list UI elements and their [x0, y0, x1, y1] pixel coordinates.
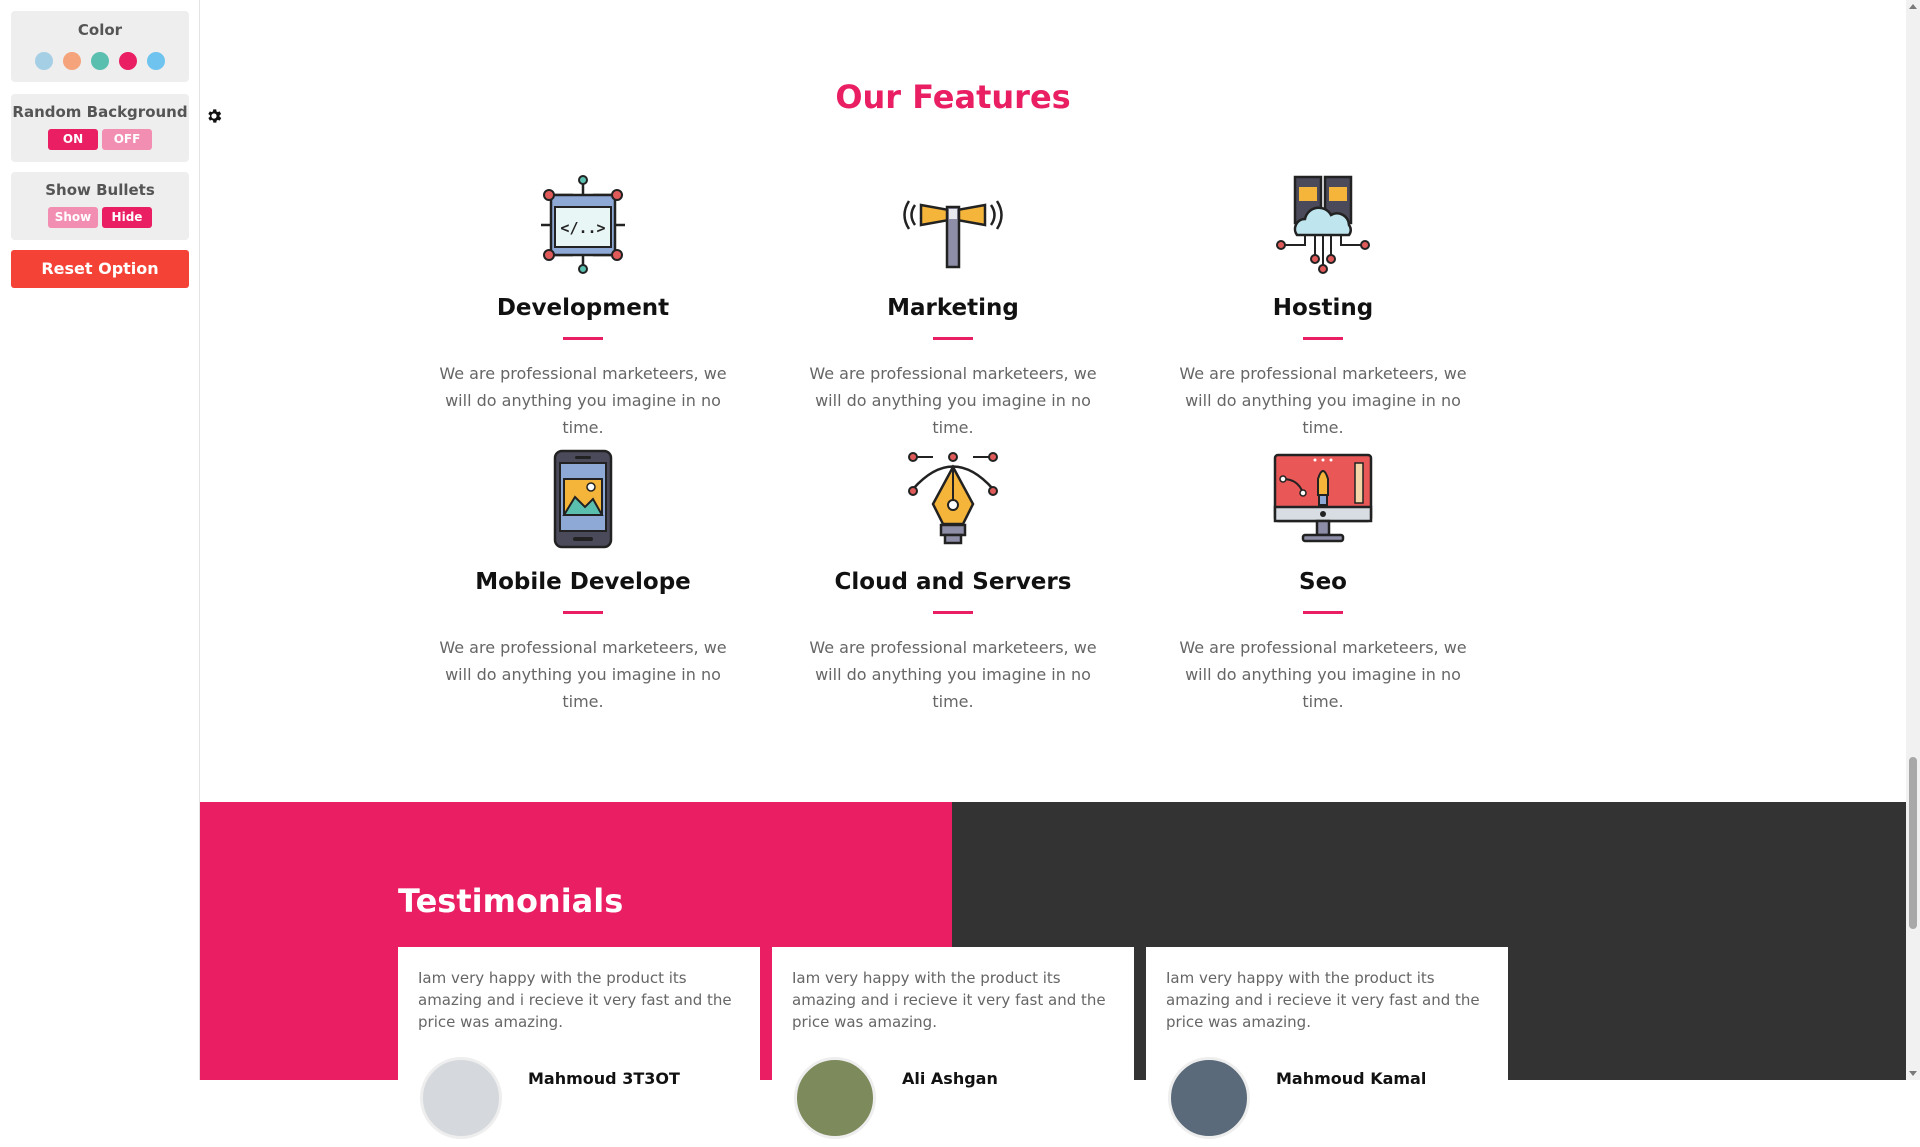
settings-panel: Color Random Background ON OFF Show Bull… — [0, 0, 200, 1080]
testimonial-text: Iam very happy with the product its amaz… — [792, 969, 1106, 1031]
page-scrollbar[interactable] — [1906, 0, 1920, 1080]
feature-title: Hosting — [1272, 295, 1374, 321]
feature-description: We are professional marketeers, we will … — [439, 364, 727, 437]
feature-description: We are professional marketeers, we will … — [439, 638, 727, 711]
pen-tool-icon — [908, 452, 998, 545]
feature-description: We are professional marketeers, we will … — [809, 638, 1097, 711]
reset-option-button[interactable]: Reset Option — [11, 250, 189, 288]
testimonial-card: Iam very happy with the product its amaz… — [398, 947, 760, 1147]
show-bullets-button[interactable]: Show — [48, 207, 98, 228]
color-swatch-pink[interactable] — [119, 52, 137, 70]
color-swatch-orange[interactable] — [63, 52, 81, 70]
show-bullets-label: Show Bullets — [45, 181, 155, 199]
color-option-box: Color — [11, 11, 189, 82]
feature-card-development: </..> Development We are professional ma… — [423, 175, 743, 441]
avatar — [1168, 1057, 1250, 1139]
feature-title: Mobile Develope — [475, 569, 691, 595]
feature-card-hosting: Hosting We are professional marketeers, … — [1163, 175, 1483, 441]
feature-description: We are professional marketeers, we will … — [809, 364, 1097, 437]
feature-divider — [933, 611, 973, 614]
testimonial-text: Iam very happy with the product its amaz… — [418, 969, 732, 1031]
scroll-down-arrow-icon[interactable] — [1909, 1071, 1917, 1076]
testimonials-title: Testimonials — [398, 882, 624, 920]
feature-description: We are professional marketeers, we will … — [1179, 638, 1467, 711]
random-background-off-button[interactable]: OFF — [102, 129, 152, 150]
color-option-label: Color — [77, 21, 123, 39]
testimonial-text: Iam very happy with the product its amaz… — [1166, 969, 1480, 1031]
features-title: Our Features — [835, 78, 1071, 116]
color-swatch-sky-blue[interactable] — [147, 52, 165, 70]
color-swatch-light-blue[interactable] — [35, 52, 53, 70]
random-background-on-button[interactable]: ON — [48, 129, 98, 150]
testimonial-card: Iam very happy with the product its amaz… — [1146, 947, 1508, 1147]
testimonials-section: Testimonials Iam very happy with the pro… — [200, 802, 1906, 1147]
cloud-server-icon — [1276, 175, 1370, 274]
show-bullets-option-box: Show Bullets Show Hide — [11, 172, 189, 240]
feature-title: Development — [496, 295, 670, 321]
random-background-option-box: Random Background ON OFF — [11, 94, 189, 162]
feature-divider — [933, 337, 973, 340]
feature-description: We are professional marketeers, we will … — [1179, 364, 1467, 437]
feature-title: Marketing — [887, 295, 1019, 321]
color-swatch-list — [11, 52, 189, 70]
feature-divider — [1303, 611, 1343, 614]
hide-bullets-button[interactable]: Hide — [102, 207, 152, 228]
gear-icon[interactable] — [205, 107, 223, 125]
scroll-up-arrow-icon[interactable] — [1909, 4, 1917, 9]
random-background-label: Random Background — [12, 103, 188, 121]
color-swatch-teal[interactable] — [91, 52, 109, 70]
scrollbar-thumb[interactable] — [1909, 757, 1917, 929]
development-icon: </..> — [541, 175, 625, 274]
mobile-icon — [553, 449, 613, 549]
monitor-design-icon — [1273, 453, 1373, 543]
testimonial-name: Ali Ashgan — [902, 1069, 998, 1088]
megaphone-icon — [903, 200, 1003, 269]
feature-title: Cloud and Servers — [834, 569, 1072, 595]
feature-card-cloud-servers: Cloud and Servers We are professional ma… — [793, 449, 1113, 715]
testimonial-name: Mahmoud 3T3OT — [528, 1069, 680, 1088]
testimonial-name: Mahmoud Kamal — [1276, 1069, 1427, 1088]
feature-divider — [563, 611, 603, 614]
testimonial-card: Iam very happy with the product its amaz… — [772, 947, 1134, 1147]
feature-card-marketing: Marketing We are professional marketeers… — [793, 175, 1113, 441]
feature-title: Seo — [1299, 569, 1347, 595]
feature-card-mobile: Mobile Develope We are professional mark… — [423, 449, 743, 715]
feature-divider — [563, 337, 603, 340]
avatar — [794, 1057, 876, 1139]
svg-text:</..>: </..> — [560, 219, 605, 237]
feature-divider — [1303, 337, 1343, 340]
avatar — [420, 1057, 502, 1139]
feature-card-seo: Seo We are professional marketeers, we w… — [1163, 449, 1483, 715]
